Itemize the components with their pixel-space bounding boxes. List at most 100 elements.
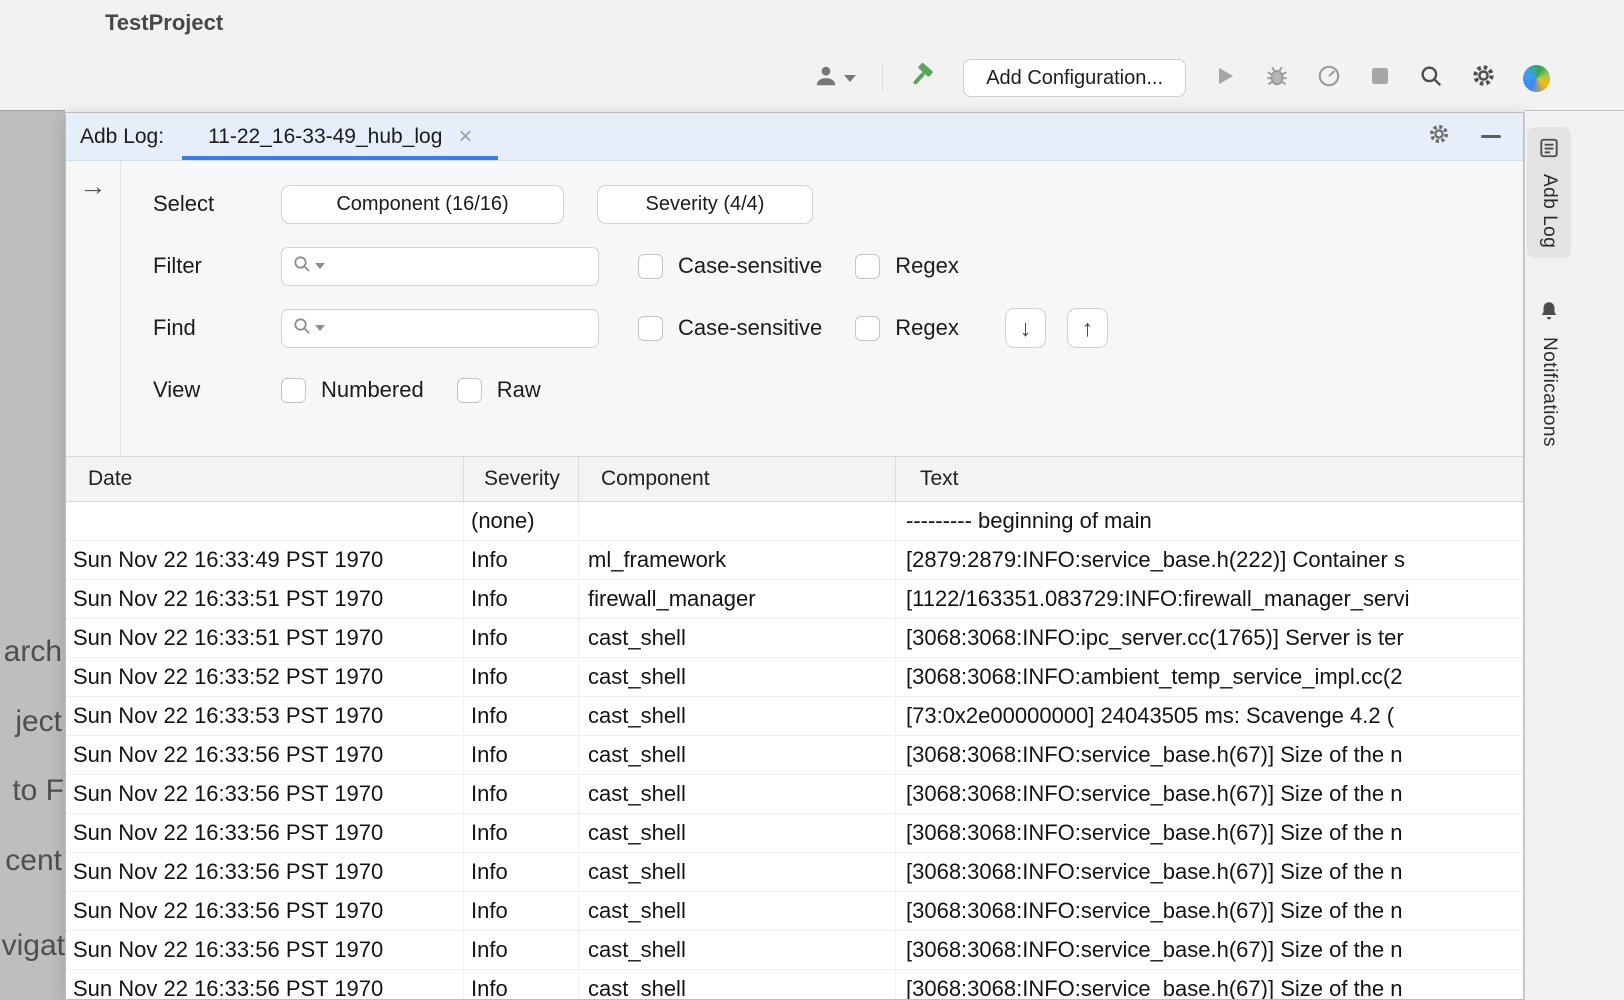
cell-component: cast_shell <box>579 970 896 999</box>
cell-severity: Info <box>464 580 579 618</box>
checkbox-icon <box>457 378 482 403</box>
cell-date: Sun Nov 22 16:33:56 PST 1970 <box>66 853 464 891</box>
log-table-row[interactable]: Sun Nov 22 16:33:56 PST 1970 Info cast_s… <box>66 853 1523 892</box>
hide-panel-icon[interactable] <box>1481 135 1501 138</box>
toolbar-separator <box>882 64 883 92</box>
cell-date: Sun Nov 22 16:33:53 PST 1970 <box>66 697 464 735</box>
stripe-tab-adb-log[interactable]: Adb Log <box>1527 127 1571 258</box>
cell-text: [3068:3068:INFO:service_base.h(67)] Size… <box>896 736 1523 774</box>
build-button[interactable] <box>909 62 937 95</box>
log-table-row[interactable]: Sun Nov 22 16:33:56 PST 1970 Info cast_s… <box>66 970 1523 999</box>
checkbox-icon <box>855 254 880 279</box>
log-table-row[interactable]: Sun Nov 22 16:33:49 PST 1970 Info ml_fra… <box>66 541 1523 580</box>
cell-text: [3068:3068:INFO:service_base.h(67)] Size… <box>896 931 1523 969</box>
add-configuration-button[interactable]: Add Configuration... <box>963 59 1186 97</box>
cell-component: ml_framework <box>579 541 896 579</box>
log-table-row[interactable]: Sun Nov 22 16:33:56 PST 1970 Info cast_s… <box>66 775 1523 814</box>
assistant-button[interactable] <box>1523 65 1550 92</box>
adb-log-header: Adb Log: 11-22_16-33-49_hub_log × <box>66 113 1523 161</box>
search-everywhere-button[interactable] <box>1418 63 1444 94</box>
cell-component: cast_shell <box>579 892 896 930</box>
cell-severity: Info <box>464 658 579 696</box>
cell-severity: Info <box>464 541 579 579</box>
cell-date: Sun Nov 22 16:33:49 PST 1970 <box>66 541 464 579</box>
screen: TestProject Add Configuration... <box>0 0 1624 1000</box>
find-next-button[interactable]: ↓ <box>1005 308 1046 348</box>
find-text-input[interactable] <box>328 317 588 340</box>
column-header-date[interactable]: Date <box>66 457 464 501</box>
log-table-row[interactable]: Sun Nov 22 16:33:53 PST 1970 Info cast_s… <box>66 697 1523 736</box>
filter-search-box[interactable] <box>281 247 599 286</box>
filter-case-sensitive-checkbox[interactable]: Case-sensitive <box>638 253 822 279</box>
log-table-row[interactable]: (none) --------- beginning of main <box>66 502 1523 541</box>
log-table-header: Date Severity Component Text <box>66 457 1523 502</box>
play-icon <box>1212 63 1238 94</box>
find-case-sensitive-checkbox[interactable]: Case-sensitive <box>638 315 822 341</box>
cell-component: cast_shell <box>579 736 896 774</box>
checkbox-icon <box>638 254 663 279</box>
log-table-row[interactable]: Sun Nov 22 16:33:56 PST 1970 Info cast_s… <box>66 931 1523 970</box>
adb-log-panel: Adb Log: 11-22_16-33-49_hub_log × → <box>65 112 1524 1000</box>
log-table-row[interactable]: Sun Nov 22 16:33:51 PST 1970 Info cast_s… <box>66 619 1523 658</box>
log-document-icon <box>1538 137 1560 164</box>
stripe-tab-label: Notifications <box>1538 337 1560 447</box>
profile-button[interactable] <box>1316 63 1342 94</box>
filter-row: Filter Case-sensitive <box>153 235 1523 297</box>
log-file-tab[interactable]: 11-22_16-33-49_hub_log × <box>182 113 498 160</box>
cell-severity: Info <box>464 619 579 657</box>
view-label: View <box>153 377 281 403</box>
stop-square-icon <box>1368 64 1392 93</box>
debug-button[interactable] <box>1264 63 1290 94</box>
find-search-box[interactable] <box>281 309 599 348</box>
main-toolbar: Add Configuration... <box>813 56 1550 100</box>
cell-date: Sun Nov 22 16:33:56 PST 1970 <box>66 892 464 930</box>
background-text-fragment: arch <box>4 635 62 669</box>
window-title: TestProject <box>105 10 223 36</box>
view-row: View Numbered Raw <box>153 359 1523 421</box>
filter-label: Filter <box>153 253 281 279</box>
cell-component: cast_shell <box>579 658 896 696</box>
find-previous-button[interactable]: ↑ <box>1067 308 1108 348</box>
panel-title: Adb Log: <box>80 125 164 149</box>
column-header-severity[interactable]: Severity <box>464 457 579 501</box>
raw-checkbox[interactable]: Raw <box>457 377 541 403</box>
search-history-chevron-icon[interactable] <box>315 325 325 331</box>
cell-date: Sun Nov 22 16:33:52 PST 1970 <box>66 658 464 696</box>
panel-settings-icon[interactable] <box>1427 122 1451 151</box>
search-icon <box>292 316 312 341</box>
filter-text-input[interactable] <box>328 255 588 278</box>
user-profile-button[interactable] <box>813 63 856 94</box>
log-table-row[interactable]: Sun Nov 22 16:33:56 PST 1970 Info cast_s… <box>66 814 1523 853</box>
settings-button[interactable] <box>1470 62 1497 94</box>
log-table-row[interactable]: Sun Nov 22 16:33:56 PST 1970 Info cast_s… <box>66 892 1523 931</box>
severity-filter-button[interactable]: Severity (4/4) <box>597 185 813 224</box>
column-header-text[interactable]: Text <box>896 457 1523 501</box>
stop-button[interactable] <box>1368 64 1392 93</box>
find-regex-checkbox[interactable]: Regex <box>855 315 959 341</box>
numbered-checkbox[interactable]: Numbered <box>281 377 424 403</box>
gradient-sphere-icon <box>1523 65 1550 92</box>
cell-component: cast_shell <box>579 775 896 813</box>
cell-text: [3068:3068:INFO:service_base.h(67)] Size… <box>896 853 1523 891</box>
search-history-chevron-icon[interactable] <box>315 263 325 269</box>
component-filter-button[interactable]: Component (16/16) <box>281 185 564 224</box>
cell-date <box>66 502 464 540</box>
log-table-row[interactable]: Sun Nov 22 16:33:56 PST 1970 Info cast_s… <box>66 736 1523 775</box>
cell-component: firewall_manager <box>579 580 896 618</box>
stripe-tab-notifications[interactable]: Notifications <box>1527 290 1571 457</box>
filter-regex-checkbox[interactable]: Regex <box>855 253 959 279</box>
log-table-row[interactable]: Sun Nov 22 16:33:51 PST 1970 Info firewa… <box>66 580 1523 619</box>
log-table-row[interactable]: Sun Nov 22 16:33:52 PST 1970 Info cast_s… <box>66 658 1523 697</box>
log-file-tab-label: 11-22_16-33-49_hub_log <box>208 125 442 149</box>
user-icon <box>813 63 839 94</box>
cell-component: cast_shell <box>579 619 896 657</box>
tab-close-icon[interactable]: × <box>458 125 472 149</box>
column-header-component[interactable]: Component <box>579 457 896 501</box>
cell-date: Sun Nov 22 16:33:56 PST 1970 <box>66 736 464 774</box>
collapse-arrow-icon[interactable]: → <box>80 171 107 202</box>
bug-icon <box>1264 63 1290 94</box>
run-button[interactable] <box>1212 63 1238 94</box>
cell-severity: Info <box>464 697 579 735</box>
cell-component: cast_shell <box>579 814 896 852</box>
search-icon <box>292 254 312 279</box>
